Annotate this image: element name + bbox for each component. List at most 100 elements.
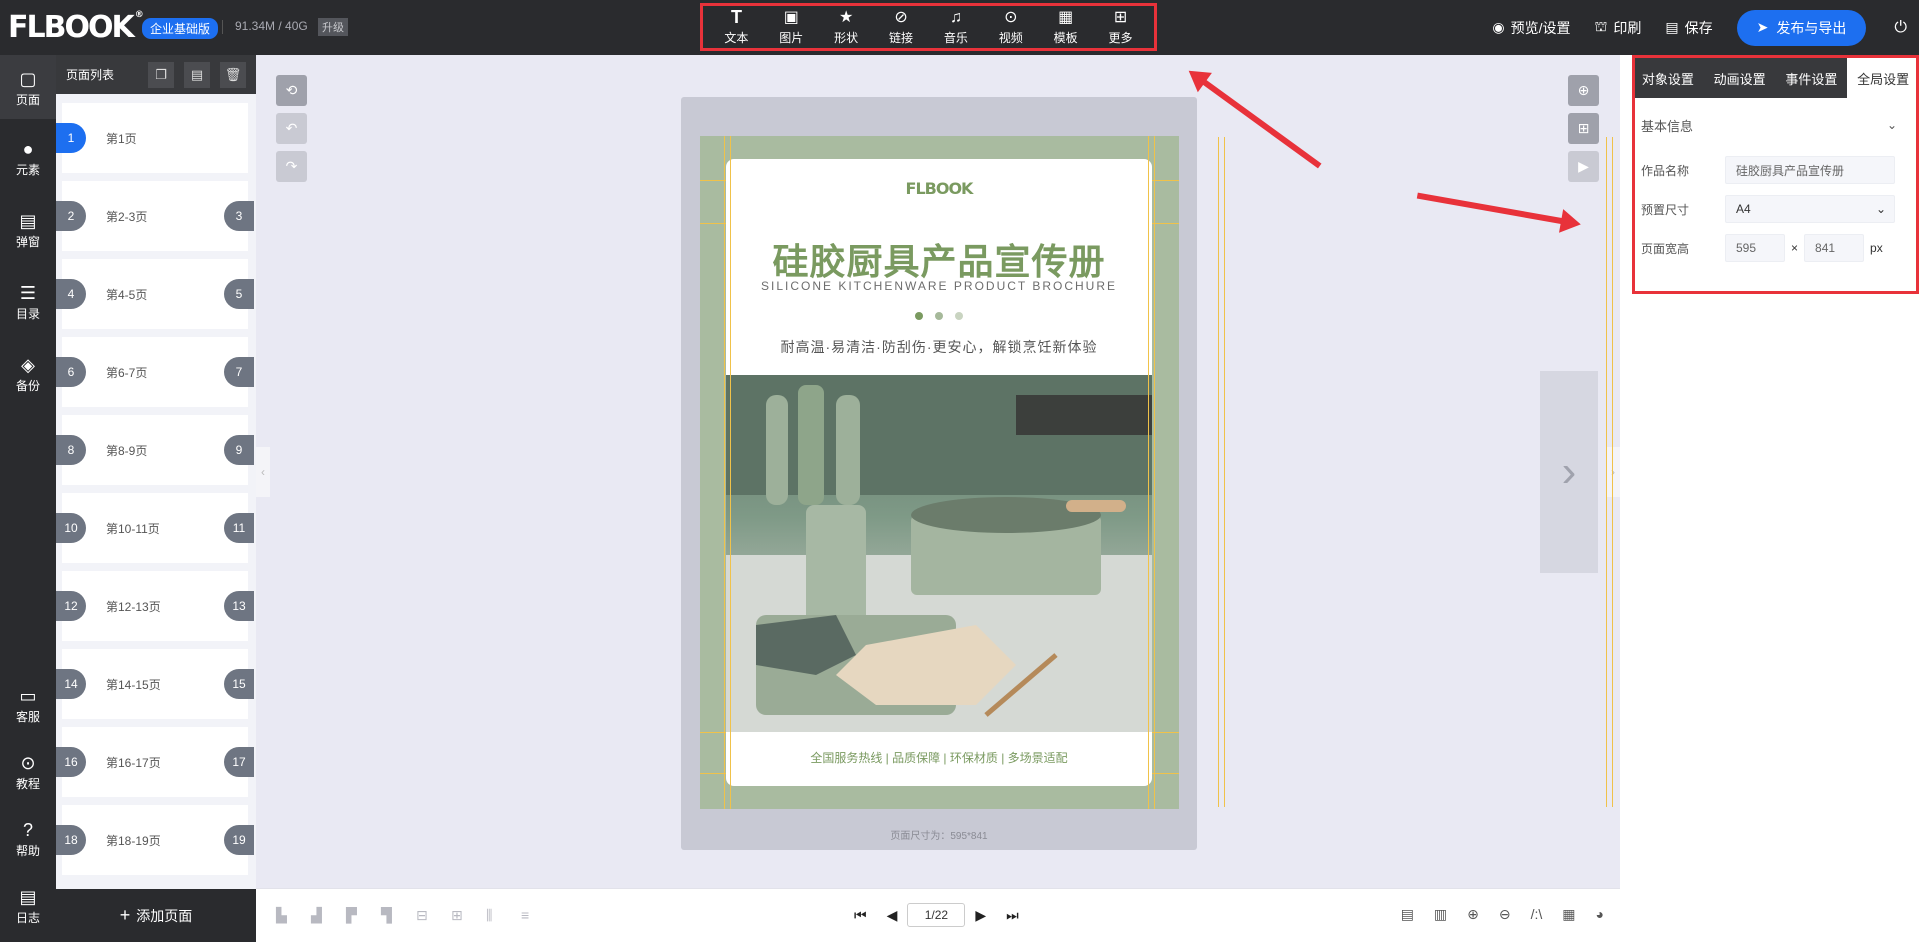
align-bottom-icon[interactable]: ▜ bbox=[381, 907, 392, 924]
guides-icon[interactable]: /:\ bbox=[1531, 906, 1543, 923]
tool-link[interactable]: ⊘ 链接 bbox=[877, 8, 925, 46]
star-icon: ★ bbox=[839, 9, 854, 26]
page-number-badge: 2 bbox=[56, 201, 86, 231]
rail-item-pages[interactable]: ▢ 页面 bbox=[0, 55, 56, 119]
page-item-label: 第6-7页 bbox=[106, 365, 148, 380]
send-icon: ➤ bbox=[1756, 19, 1769, 35]
list-icon: ☰ bbox=[19, 283, 37, 303]
tool-video[interactable]: ⊙ 视频 bbox=[987, 8, 1035, 46]
page-input[interactable]: 1/22 bbox=[907, 903, 966, 927]
rail-label: 弹窗 bbox=[15, 235, 40, 249]
cover-title[interactable]: 硅胶厨具产品宣传册 bbox=[726, 233, 1152, 285]
page-list-item[interactable]: 2 第2-3页 3 bbox=[56, 181, 254, 251]
zoom-in-icon[interactable]: ⊕ bbox=[1467, 906, 1479, 923]
page-list-item[interactable]: 8 第8-9页 9 bbox=[56, 415, 254, 485]
undo-icon[interactable]: ↶ bbox=[276, 113, 307, 144]
rail-item-log[interactable]: ▤ 日志 bbox=[0, 887, 56, 926]
upgrade-button[interactable]: 升级 bbox=[318, 18, 348, 36]
tool-template[interactable]: ▦ 模板 bbox=[1042, 8, 1090, 46]
page-list-header: 页面列表 ❐ ▤ 🗑 bbox=[56, 55, 256, 94]
copy-page-icon[interactable]: ❐ bbox=[148, 61, 174, 88]
save-button[interactable]: ▤ 保存 bbox=[1665, 18, 1712, 38]
publish-button[interactable]: ➤ 发布与导出 bbox=[1736, 9, 1867, 46]
single-page-icon[interactable]: ▤ bbox=[1401, 906, 1414, 923]
rail-item-backup[interactable]: ◈ 备份 bbox=[0, 355, 56, 394]
tool-music[interactable]: ♫ 音乐 bbox=[932, 8, 980, 46]
kitchenware-illustration bbox=[726, 375, 1152, 732]
page-stage: FLBOOK 硅胶厨具产品宣传册 SILICONE KITCHENWARE PR… bbox=[681, 97, 1197, 850]
guide-line bbox=[730, 136, 731, 809]
page-number-badge: 18 bbox=[56, 825, 86, 855]
page-list-item[interactable]: 1 第1页 bbox=[56, 103, 248, 173]
power-icon[interactable]: ⏻ bbox=[1894, 19, 1907, 37]
page-list-item[interactable]: 10 第10-11页 11 bbox=[56, 493, 254, 563]
page-list-item[interactable]: 16 第16-17页 17 bbox=[56, 727, 254, 797]
collapse-left-icon[interactable]: ‹ bbox=[256, 447, 270, 497]
align-left-icon[interactable]: ▙ bbox=[276, 907, 287, 924]
tool-label: 音乐 bbox=[943, 31, 968, 45]
collapse-right-icon[interactable]: › bbox=[1606, 447, 1620, 497]
page-list-item[interactable]: 12 第12-13页 13 bbox=[56, 571, 254, 641]
tool-shape[interactable]: ★ 形状 bbox=[822, 8, 870, 46]
product-photo[interactable] bbox=[726, 375, 1152, 732]
align-top-icon[interactable]: ▛ bbox=[346, 907, 357, 924]
rail-item-help[interactable]: ? 帮助 bbox=[0, 820, 56, 859]
align-middle-icon[interactable]: ⊞ bbox=[451, 907, 463, 924]
rail-item-tutorial[interactable]: ⊙ 教程 bbox=[0, 753, 56, 792]
page-list-title: 页面列表 bbox=[66, 68, 115, 82]
rail-item-popup[interactable]: ▤ 弹窗 bbox=[0, 211, 56, 250]
page-list-item[interactable]: 18 第18-19页 19 bbox=[56, 805, 254, 875]
distribute-v-icon[interactable]: ≡ bbox=[521, 907, 529, 923]
rail-item-toc[interactable]: ☰ 目录 bbox=[0, 283, 56, 322]
add-page-icon[interactable]: ⊞ bbox=[1568, 113, 1599, 144]
last-page-icon[interactable]: ⏭ bbox=[1006, 907, 1019, 924]
page-list-item[interactable]: 14 第14-15页 15 bbox=[56, 649, 254, 719]
duplicate-page-icon[interactable]: ▤ bbox=[184, 61, 210, 88]
cover-card[interactable]: FLBOOK 硅胶厨具产品宣传册 SILICONE KITCHENWARE PR… bbox=[726, 159, 1152, 786]
zoom-out-icon[interactable]: ⊖ bbox=[1499, 906, 1511, 923]
bottom-toolbar: ▙ ▟ ▛ ▜ ⊟ ⊞ ⫼ ≡ ⏮ ◀ 1/22 ▶ ⏭ ▤ ▥ ⊕ ⊖ /:\… bbox=[256, 888, 1620, 942]
tool-label: 模板 bbox=[1053, 31, 1078, 45]
grid-icon[interactable]: ▦ bbox=[1562, 906, 1575, 923]
add-user-icon[interactable]: ⊕ bbox=[1568, 75, 1599, 106]
next-page-arrow[interactable]: › bbox=[1540, 371, 1598, 573]
tool-text[interactable]: T 文本 bbox=[712, 8, 760, 46]
align-right-icon[interactable]: ▟ bbox=[311, 907, 322, 924]
preview-button[interactable]: ◉ 预览/设置 bbox=[1492, 18, 1570, 38]
link-icon: ⊘ bbox=[894, 9, 908, 26]
preview-label: 预览/设置 bbox=[1510, 19, 1571, 36]
rail-item-elements[interactable]: ● 元素 bbox=[0, 139, 56, 178]
tool-label: 链接 bbox=[889, 31, 914, 45]
page-list-item[interactable]: 6 第6-7页 7 bbox=[56, 337, 254, 407]
delete-page-icon[interactable]: 🗑 bbox=[220, 61, 246, 88]
guide-line bbox=[724, 136, 725, 809]
redo-icon[interactable]: ↷ bbox=[276, 151, 307, 182]
tool-more[interactable]: ⊞ 更多 bbox=[1097, 8, 1145, 46]
cover-tagline[interactable]: 耐高温·易清洁·防刮伤·更安心，解锁烹饪新体验 bbox=[726, 337, 1152, 357]
plus-icon: + bbox=[119, 905, 131, 925]
align-center-icon[interactable]: ⊟ bbox=[416, 907, 428, 924]
page-list-item[interactable]: 4 第4-5页 5 bbox=[56, 259, 254, 329]
cover-subtitle[interactable]: SILICONE KITCHENWARE PRODUCT BROCHURE bbox=[726, 279, 1152, 293]
insert-toolbar: T 文本 ▣ 图片 ★ 形状 ⊘ 链接 ♫ 音乐 ⊙ 视频 ▦ 模板 ⊞ 更多 bbox=[700, 3, 1157, 51]
help-icon: ? bbox=[22, 820, 33, 840]
double-page-icon[interactable]: ▥ bbox=[1434, 906, 1447, 923]
cover-footer[interactable]: 全国服务热线 | 品质保障 | 环保材质 | 多场景适配 bbox=[726, 749, 1152, 766]
tool-image[interactable]: ▣ 图片 bbox=[767, 8, 815, 46]
next-page-icon[interactable]: ▶ bbox=[975, 907, 986, 924]
distribute-h-icon[interactable]: ⫼ bbox=[486, 907, 492, 924]
prev-page-icon[interactable]: ◀ bbox=[887, 907, 898, 924]
add-page-button[interactable]: + 添加页面 bbox=[56, 889, 256, 942]
page-number-badge: 7 bbox=[224, 357, 254, 387]
storage-usage: 91.34M / 40G bbox=[235, 19, 308, 33]
page-number-badge: 17 bbox=[224, 747, 254, 777]
play-icon[interactable]: ▶ bbox=[1568, 151, 1599, 182]
template-icon: ▦ bbox=[1058, 9, 1074, 26]
first-page-icon[interactable]: ⏮ bbox=[854, 907, 867, 924]
rail-item-support[interactable]: ▭ 客服 bbox=[0, 686, 56, 725]
print-button[interactable]: ⛫ 印刷 bbox=[1595, 18, 1642, 38]
popup-icon: ▤ bbox=[19, 211, 37, 231]
guide-line bbox=[1612, 137, 1613, 807]
reset-view-icon[interactable]: ⟲ bbox=[276, 75, 307, 106]
settings-icon[interactable]: ◕ bbox=[1596, 906, 1604, 923]
